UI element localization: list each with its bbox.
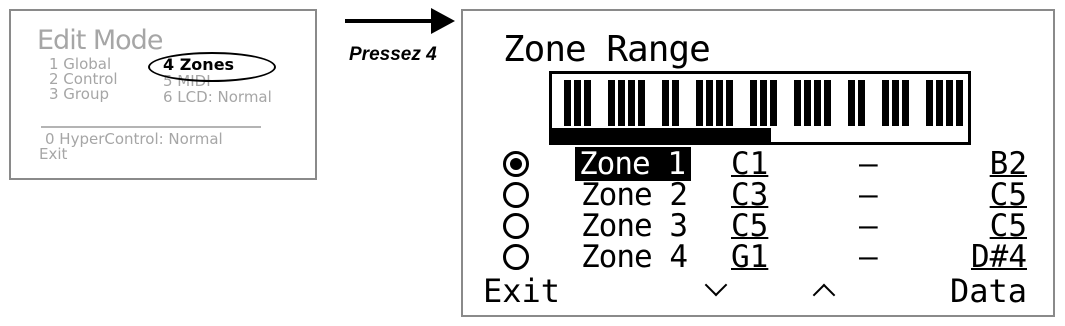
keyboard-key (574, 80, 581, 126)
keyboard-key (706, 80, 713, 126)
edit-mode-title: Edit Mode (37, 25, 163, 56)
zone-end-note[interactable]: B2 (990, 147, 1027, 181)
radio-icon[interactable] (503, 244, 529, 270)
softkey-exit[interactable]: Exit (483, 273, 560, 309)
zone-name[interactable]: Zone 4 (581, 240, 688, 274)
keyboard-key (628, 80, 635, 126)
keyboard-key (848, 80, 855, 126)
keyboard-key (726, 80, 733, 126)
range-dash: – (859, 177, 878, 213)
softkey-bar: Exit Data (463, 273, 1057, 309)
softkey-data[interactable]: Data (950, 273, 1027, 309)
zone-name[interactable]: Zone 1 (575, 147, 691, 181)
arrow-right-icon (345, 8, 455, 34)
instruction-caption: Pressez 4 (349, 44, 437, 65)
keyboard-key (936, 80, 943, 126)
zone-end-note[interactable]: D#4 (971, 240, 1027, 274)
keyboard-key (608, 80, 615, 126)
keyboard-key (618, 80, 625, 126)
keyboard-key (926, 80, 933, 126)
keyboard-key (716, 80, 723, 126)
keyboard-key (814, 80, 821, 126)
keyboard-key (638, 80, 645, 126)
range-dash: – (859, 146, 878, 182)
keyboard-key (824, 80, 831, 126)
menu-item-exit[interactable]: Exit (39, 147, 67, 162)
keyboard-key (858, 80, 865, 126)
keyboard-key (662, 80, 669, 126)
keyboard-key (804, 80, 811, 126)
zone-name[interactable]: Zone 2 (581, 178, 688, 212)
zone-start-note[interactable]: C3 (731, 178, 768, 212)
divider (41, 126, 261, 128)
zone-row[interactable]: Zone 1 C1 – B2 (463, 147, 1057, 181)
radio-icon[interactable] (503, 182, 529, 208)
edit-mode-display: Edit Mode 1 Global 2 Control 3 Group 4 Z… (9, 9, 317, 180)
keyboard-key (902, 80, 909, 126)
keyboard-key (770, 80, 777, 126)
chevron-up-icon[interactable] (812, 279, 836, 307)
zone-row[interactable]: Zone 4 G1 – D#4 (463, 240, 1057, 274)
keyboard-key (750, 80, 757, 126)
zone-end-note[interactable]: C5 (990, 209, 1027, 243)
zone-name[interactable]: Zone 3 (581, 209, 688, 243)
highlight-oval (148, 52, 276, 82)
radio-icon[interactable] (503, 213, 529, 239)
keyboard-key (882, 80, 889, 126)
keyboard-key (946, 80, 953, 126)
keyboard-key (672, 80, 679, 126)
keyboard-key (696, 80, 703, 126)
zone-start-note[interactable]: G1 (731, 240, 768, 274)
keyboard-key (892, 80, 899, 126)
zone-start-note[interactable]: C1 (731, 147, 768, 181)
keyboard-range-graphic (549, 71, 971, 145)
zone-start-note[interactable]: C5 (731, 209, 768, 243)
keyboard-range-fill (552, 128, 771, 142)
menu-item-group[interactable]: 3 Group (49, 87, 109, 102)
zone-end-note[interactable]: C5 (990, 178, 1027, 212)
keyboard-key (564, 80, 571, 126)
keyboard-key (760, 80, 767, 126)
zone-row[interactable]: Zone 3 C5 – C5 (463, 209, 1057, 243)
keyboard-key (584, 80, 591, 126)
keyboard-key (794, 80, 801, 126)
zone-row[interactable]: Zone 2 C3 – C5 (463, 178, 1057, 212)
range-dash: – (859, 208, 878, 244)
radio-selected-icon[interactable] (503, 151, 529, 177)
zone-range-title: Zone Range (503, 29, 711, 70)
keyboard-key (956, 80, 963, 126)
range-dash: – (859, 239, 878, 275)
zone-range-display: Zone Range Zone 1 C1 – B2 Zone 2 C3 – C5… (461, 9, 1055, 317)
menu-item-hypercontrol[interactable]: 0 HyperControl: Normal (45, 132, 223, 147)
menu-item-lcd[interactable]: 6 LCD: Normal (163, 90, 272, 105)
chevron-down-icon[interactable] (704, 273, 728, 299)
